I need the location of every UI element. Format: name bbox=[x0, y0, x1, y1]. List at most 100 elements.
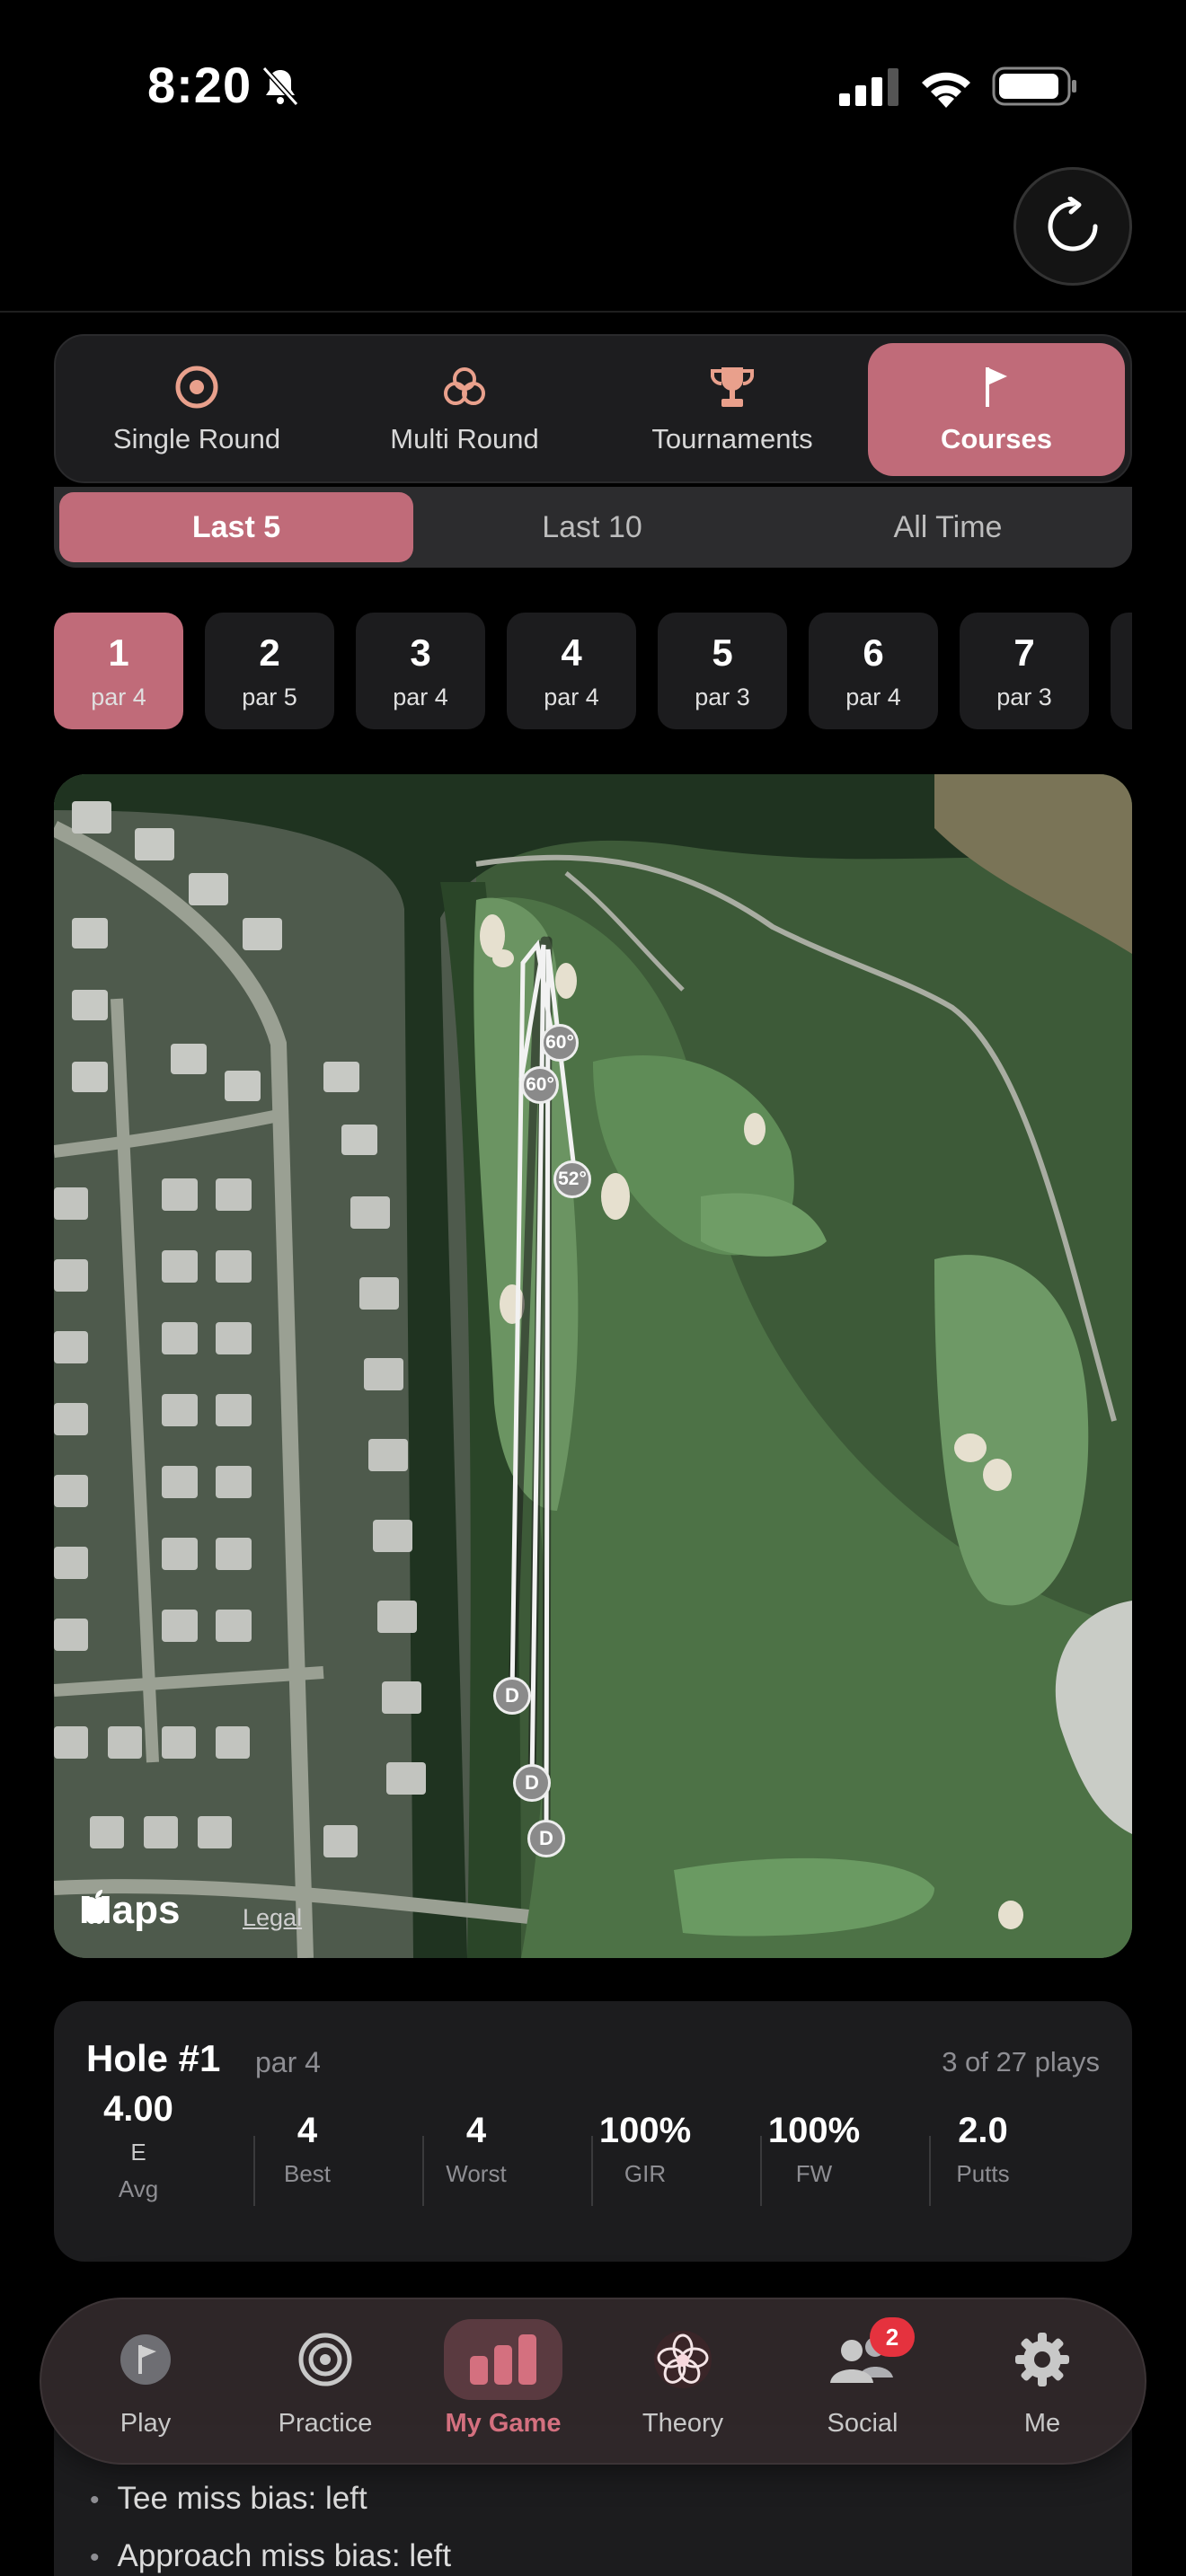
tab-tournaments[interactable]: Tournaments bbox=[604, 343, 861, 476]
stat-gir: 100% GIR bbox=[561, 2111, 730, 2188]
shot-marker[interactable]: 52° bbox=[553, 1160, 591, 1198]
target-icon bbox=[298, 2333, 352, 2386]
stat-label: GIR bbox=[624, 2160, 667, 2187]
stat-value: 100% bbox=[767, 2111, 861, 2150]
hole-chip-6[interactable]: 6 par 4 bbox=[809, 613, 938, 729]
tab-multi-round[interactable]: Multi Round bbox=[336, 343, 593, 476]
mode-selector: Single Round Multi Round Tournaments Cou… bbox=[54, 334, 1132, 483]
hole-number: 4 bbox=[561, 631, 582, 674]
hole-number: 1 bbox=[108, 631, 129, 674]
stat-label: Worst bbox=[446, 2160, 507, 2187]
mode-label: Tournaments bbox=[651, 423, 813, 454]
notification-badge: 2 bbox=[870, 2317, 915, 2357]
tab-practice[interactable]: Practice bbox=[235, 2299, 415, 2466]
mode-label: Single Round bbox=[112, 423, 281, 454]
stat-worst: 4 Worst bbox=[392, 2111, 561, 2188]
tab-label: Social bbox=[827, 2409, 898, 2438]
hole-par: par 3 bbox=[996, 683, 1052, 710]
signal-icon bbox=[839, 68, 898, 106]
hole-chip-7[interactable]: 7 par 3 bbox=[960, 613, 1089, 729]
stat-best: 4 Best bbox=[223, 2111, 392, 2188]
flag-circle-icon bbox=[120, 2334, 171, 2385]
hole-number: 3 bbox=[410, 631, 431, 674]
stat-label: Avg bbox=[118, 2175, 159, 2202]
satellite-map[interactable]: 60° 60° 52° D D D Maps Legal bbox=[54, 774, 1132, 1958]
shot-marker[interactable]: D bbox=[513, 1764, 551, 1802]
shot-marker[interactable]: 60° bbox=[521, 1066, 559, 1104]
hole-par: par 4 bbox=[393, 683, 448, 710]
hole-par: par 3 bbox=[695, 683, 750, 710]
hole-chip-8[interactable] bbox=[1111, 613, 1132, 729]
range-selector: Last 5 Last 10 All Time bbox=[54, 487, 1132, 568]
stat-fw: 100% FW bbox=[730, 2111, 898, 2188]
hole-chip-2[interactable]: 2 par 5 bbox=[205, 613, 334, 729]
tab-me[interactable]: Me bbox=[952, 2299, 1132, 2466]
trophy-icon bbox=[711, 367, 754, 407]
apple-icon bbox=[83, 1890, 108, 1924]
rings-icon bbox=[444, 367, 485, 405]
hole-number: 7 bbox=[1013, 631, 1035, 674]
tab-label: My Game bbox=[445, 2409, 562, 2438]
hole-chip-3[interactable]: 3 par 4 bbox=[356, 613, 485, 729]
stat-avg: 4.00 E Avg bbox=[54, 2089, 223, 2203]
hole-number: 5 bbox=[712, 631, 733, 674]
stat-value: 4.00 bbox=[103, 2089, 173, 2129]
hole-stats-card: Hole #1 par 4 3 of 27 plays 4.00 E Avg 4… bbox=[54, 2001, 1132, 2262]
status-bar: 8:20 bbox=[0, 0, 1186, 171]
tab-courses[interactable]: Courses bbox=[868, 343, 1125, 476]
refresh-button[interactable] bbox=[1013, 167, 1132, 286]
tab-bar: Play Practice My Game Theory 2 Social Me bbox=[40, 2298, 1146, 2465]
refresh-icon bbox=[1048, 197, 1098, 251]
stat-value: 2.0 bbox=[958, 2111, 1008, 2150]
maps-legal-link[interactable]: Legal bbox=[243, 1904, 302, 1932]
shot-marker[interactable]: D bbox=[527, 1820, 565, 1857]
tab-single-round[interactable]: Single Round bbox=[68, 343, 325, 476]
insight-item: Tee miss bias: left bbox=[90, 2481, 367, 2517]
mode-label: Multi Round bbox=[390, 423, 539, 454]
stat-value: 100% bbox=[598, 2111, 692, 2150]
shot-marker[interactable]: 60° bbox=[541, 1024, 579, 1062]
target-icon bbox=[175, 366, 218, 409]
hole-par: par 4 bbox=[845, 683, 901, 710]
tab-social[interactable]: 2 Social bbox=[773, 2299, 952, 2466]
stat-score: E bbox=[130, 2139, 146, 2166]
header-divider bbox=[0, 311, 1186, 313]
hole-plays-count: 3 of 27 plays bbox=[942, 2046, 1100, 2078]
tab-icon-wrap bbox=[624, 2319, 742, 2400]
map-imagery bbox=[54, 774, 1132, 1958]
stat-value: 4 bbox=[296, 2111, 318, 2150]
stat-label: Best bbox=[283, 2160, 332, 2187]
tab-label: Practice bbox=[278, 2409, 373, 2438]
hole-chip-1[interactable]: 1 par 4 bbox=[54, 613, 183, 729]
hole-title-par: par 4 bbox=[255, 2046, 321, 2078]
hole-title: Hole #1 bbox=[86, 2037, 221, 2079]
tab-icon-wrap: 2 bbox=[803, 2317, 922, 2400]
stat-label: FW bbox=[795, 2160, 833, 2187]
shot-marker[interactable]: D bbox=[493, 1677, 531, 1715]
status-time: 8:20 bbox=[147, 57, 252, 113]
tab-label: Play bbox=[119, 2409, 172, 2438]
bell-slash-icon bbox=[261, 66, 299, 107]
hole-number: 2 bbox=[259, 631, 280, 674]
insight-item: Approach miss bias: left bbox=[90, 2538, 452, 2574]
bar-chart-icon bbox=[470, 2334, 536, 2385]
hole-selector: 1 par 4 2 par 5 3 par 4 4 par 4 5 par 3 … bbox=[54, 613, 1132, 729]
tab-last-10[interactable]: Last 10 bbox=[415, 492, 769, 562]
wifi-icon bbox=[922, 72, 970, 108]
hole-number: 6 bbox=[863, 631, 884, 674]
tab-my-game[interactable]: My Game bbox=[413, 2299, 593, 2466]
hole-par: par 4 bbox=[544, 683, 599, 710]
tab-theory[interactable]: Theory bbox=[593, 2299, 773, 2466]
tab-label: Me bbox=[1023, 2409, 1061, 2438]
tab-icon-wrap bbox=[983, 2319, 1102, 2400]
tab-last-5[interactable]: Last 5 bbox=[59, 492, 413, 562]
stat-label: Putts bbox=[956, 2160, 1010, 2187]
stat-putts: 2.0 Putts bbox=[898, 2111, 1067, 2188]
tab-all-time[interactable]: All Time bbox=[771, 492, 1125, 562]
stat-value: 4 bbox=[465, 2111, 487, 2150]
hole-chip-5[interactable]: 5 par 3 bbox=[658, 613, 787, 729]
flag-icon bbox=[986, 367, 1007, 407]
flower-icon bbox=[654, 2331, 712, 2388]
hole-chip-4[interactable]: 4 par 4 bbox=[507, 613, 636, 729]
tab-play[interactable]: Play bbox=[56, 2299, 235, 2466]
